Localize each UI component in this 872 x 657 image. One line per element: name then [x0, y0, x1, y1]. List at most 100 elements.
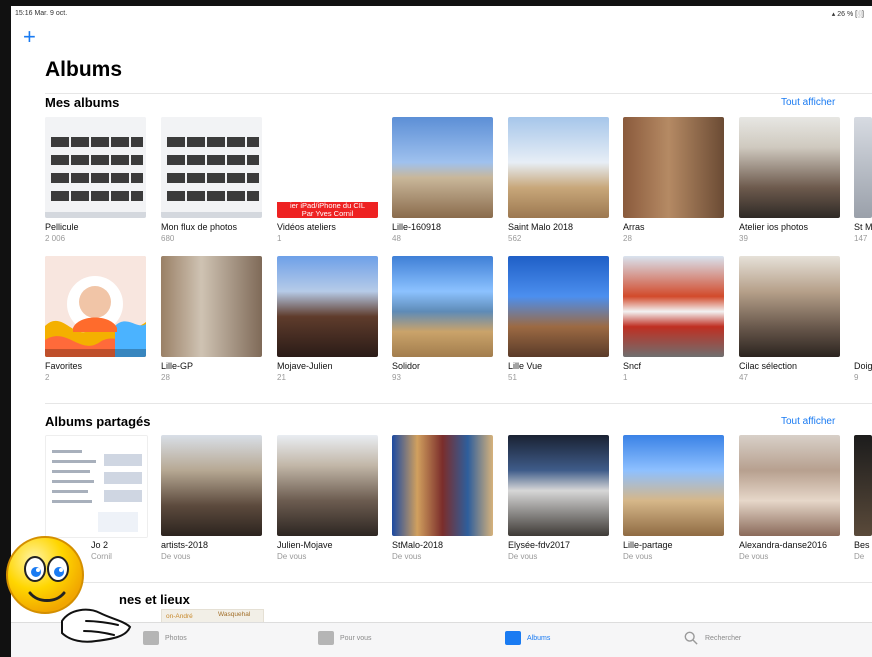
shared-album-subtitle: De vous	[508, 552, 538, 561]
place-label: on-André	[166, 613, 193, 620]
album-count: 47	[739, 373, 748, 382]
album-tile[interactable]	[508, 117, 609, 218]
shared-album-tile[interactable]	[392, 435, 493, 536]
tab-rechercher[interactable]: Rechercher	[683, 629, 783, 651]
album-tile[interactable]	[854, 256, 872, 357]
album-name: St M	[854, 222, 872, 232]
album-count: 1	[277, 234, 282, 243]
tab-pour-vous[interactable]: Pour vous	[318, 629, 398, 651]
status-time: 15:16 Mar. 9 oct.	[15, 10, 68, 17]
plus-icon[interactable]: +	[23, 26, 43, 48]
album-count: 28	[161, 373, 170, 382]
shared-album-name: Julien-Mojave	[277, 540, 333, 550]
album-name: Arras	[623, 222, 645, 232]
tab-label: Pour vous	[340, 635, 372, 642]
status-battery: ▴ 26 % [░]	[831, 11, 864, 18]
album-name: Mojave-Julien	[277, 361, 333, 371]
shared-album-subtitle: De vous	[739, 552, 769, 561]
album-tile[interactable]	[45, 117, 146, 218]
album-count: 21	[277, 373, 286, 382]
shared-album-tile[interactable]	[854, 435, 872, 536]
album-name: Saint Malo 2018	[508, 222, 574, 232]
album-tile[interactable]	[392, 117, 493, 218]
overlay-line: Par Yves Cornil	[301, 209, 354, 218]
album-count: 39	[739, 234, 748, 243]
device-frame: 15:16 Mar. 9 oct. ▴ 26 % [░] + Albums Me…	[0, 0, 872, 657]
album-name: Lille Vue	[508, 361, 543, 371]
album-count: 680	[161, 234, 175, 243]
albums-icon	[505, 631, 521, 645]
search-icon	[684, 631, 698, 645]
album-tile[interactable]	[277, 256, 378, 357]
tab-label: Photos	[165, 635, 187, 642]
shared-album-name: Elysée-fdv2017	[508, 540, 571, 550]
album-tile[interactable]	[45, 256, 146, 357]
album-count: 562	[508, 234, 522, 243]
see-all-button[interactable]: Tout afficher	[781, 97, 835, 108]
shared-album-subtitle: De vous	[277, 552, 307, 561]
album-name: Sncf	[623, 361, 642, 371]
album-count: 9	[854, 373, 859, 382]
shared-album-tile[interactable]	[45, 435, 148, 538]
album-name: Atelier ios photos	[739, 222, 809, 232]
divider	[45, 582, 872, 583]
album-name: Solidor	[392, 361, 421, 371]
album-name: Lille-GP	[161, 361, 194, 371]
place-label: Wasquehal	[218, 611, 251, 618]
shared-album-name: Bes	[854, 540, 870, 550]
shared-album-subtitle: De	[854, 552, 865, 561]
shared-album-tile[interactable]	[508, 435, 609, 536]
shared-album-name: artists-2018	[161, 540, 209, 550]
album-count: 147	[854, 234, 868, 243]
shared-album-tile[interactable]	[277, 435, 378, 536]
shared-album-tile[interactable]	[623, 435, 724, 536]
album-name: Doig	[854, 361, 872, 371]
album-tile[interactable]	[854, 117, 872, 218]
status-bar: 15:16 Mar. 9 oct. ▴ 26 % [░]	[11, 6, 872, 22]
section-title-mes-albums: Mes albums	[45, 95, 120, 110]
shared-album-tile[interactable]	[739, 435, 840, 536]
album-count: 2 006	[45, 234, 66, 243]
album-count: 2	[45, 373, 50, 382]
album-thumbnail	[45, 256, 146, 357]
album-tile[interactable]	[161, 117, 262, 218]
album-tile[interactable]	[739, 117, 840, 218]
album-thumbnail	[161, 117, 262, 218]
album-count: 93	[392, 373, 401, 382]
pointing-emoji-icon	[6, 536, 132, 643]
tab-bar: Photos Pour vous Albums Rechercher	[11, 622, 872, 657]
album-count: 28	[623, 234, 632, 243]
album-thumbnail	[46, 436, 147, 537]
page-title: Albums	[45, 58, 123, 81]
see-all-button[interactable]: Tout afficher	[781, 416, 835, 427]
tab-label: Albums	[527, 635, 551, 642]
shared-album-tile[interactable]	[161, 435, 262, 536]
for-you-icon	[318, 631, 334, 645]
album-thumbnail	[45, 117, 146, 218]
album-tile[interactable]	[623, 256, 724, 357]
album-name: Pellicule	[45, 222, 79, 232]
divider	[45, 403, 872, 404]
tab-albums[interactable]: Albums	[505, 629, 585, 651]
tab-label: Rechercher	[705, 635, 742, 642]
divider	[45, 93, 872, 94]
album-tile[interactable]	[392, 256, 493, 357]
album-tile[interactable]	[508, 256, 609, 357]
tab-photos[interactable]: Photos	[143, 629, 213, 651]
screen: 15:16 Mar. 9 oct. ▴ 26 % [░] + Albums Me…	[11, 6, 872, 657]
album-tile[interactable]	[161, 256, 262, 357]
album-count: 1	[623, 373, 628, 382]
album-tile[interactable]	[739, 256, 840, 357]
album-tile[interactable]	[623, 117, 724, 218]
album-tile[interactable]: ier iPad/iPhone du CIL Par Yves Cornil	[277, 117, 378, 218]
shared-album-name: StMalo-2018	[392, 540, 444, 550]
album-name: Mon flux de photos	[161, 222, 238, 232]
album-name: Favorites	[45, 361, 83, 371]
video-overlay-text: ier iPad/iPhone du CIL Par Yves Cornil	[277, 202, 378, 218]
album-count: 51	[508, 373, 517, 382]
shared-album-subtitle: De vous	[623, 552, 653, 561]
section-title-albums-partages: Albums partagés	[45, 414, 151, 429]
album-name: Cilac sélection	[739, 361, 798, 371]
shared-album-name: Alexandra-danse2016	[739, 540, 828, 550]
album-name: Lille-160918	[392, 222, 442, 232]
